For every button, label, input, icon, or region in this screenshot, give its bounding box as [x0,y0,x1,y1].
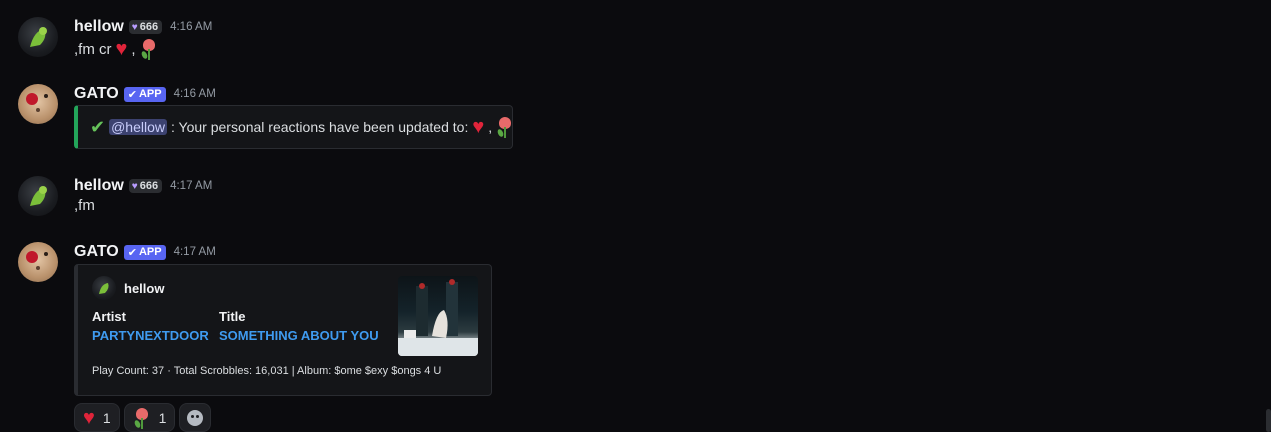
embed-author-name[interactable]: hellow [124,281,164,296]
tulip-icon [496,116,512,138]
username[interactable]: GATO [74,243,119,261]
separator-text: , [131,40,136,58]
nowplaying-embed: hellow Artist PARTYNEXTDOOR Title SOMETH… [74,264,492,396]
app-badge: ✔ APP [123,244,166,260]
reaction-count: 1 [158,409,167,426]
tulip-icon [133,407,151,429]
user-mention[interactable]: @hellow [109,119,167,135]
checkmark-icon: ✔ [90,116,106,137]
field-artist: Artist PARTYNEXTDOOR [92,309,209,343]
reactions-bar: ♥ 1 1 [74,403,212,432]
message-header: hellow ♥ 666 4:17 AM [74,176,212,196]
timestamp: 4:17 AM [170,180,213,192]
reaction-heart[interactable]: ♥ 1 [74,403,120,432]
username[interactable]: hellow [74,177,124,195]
avatar-hellow[interactable] [18,17,58,57]
hellow-avatar-art [30,27,47,47]
message-content: ,fm [74,197,95,214]
field-name: Title [219,309,246,324]
gato-avatar-art [26,93,48,112]
badge-label: 666 [139,180,159,192]
separator-text: , [488,119,493,135]
scrollbar[interactable] [1266,409,1271,432]
timestamp: 4:16 AM [170,21,213,33]
check-icon: ✔ [127,246,137,259]
avatar-gato[interactable] [18,242,58,282]
heart-icon: ♥ [115,38,128,60]
user-badge[interactable]: ♥ 666 [128,20,163,34]
timestamp: 4:16 AM [173,88,216,100]
album-thumbnail[interactable] [398,276,478,356]
field-title: Title SOMETHING ABOUT YOU [219,309,379,343]
heart-icon: ♥ [83,406,95,429]
message-text: ,fm cr [74,40,112,58]
username[interactable]: GATO [74,85,119,103]
message-content: ,fm cr ♥ , [74,38,158,60]
timestamp: 4:17 AM [173,246,216,258]
app-badge: ✔ APP [123,86,166,102]
embed-footer: Play Count: 37 · Total Scrobbles: 16,031… [92,365,442,377]
badge-label: APP [138,88,162,100]
message-header: hellow ♥ 666 4:16 AM [74,17,212,37]
album-art [398,279,478,356]
message-text: ,fm [74,197,95,214]
username[interactable]: hellow [74,18,124,36]
badge-label: 666 [139,21,159,33]
field-value[interactable]: PARTYNEXTDOOR [92,328,209,343]
heart-icon: ♥ [131,180,138,192]
badge-label: APP [138,246,162,258]
heart-icon: ♥ [131,21,138,33]
avatar-hellow[interactable] [18,176,58,216]
message-header: GATO ✔ APP 4:16 AM [74,84,216,104]
field-name: Artist [92,309,126,324]
reaction-tulip[interactable]: 1 [123,403,176,432]
smiley-icon [187,409,204,426]
gato-avatar-art [26,251,48,270]
avatar-gato[interactable] [18,84,58,124]
author-avatar-art [99,283,109,294]
check-icon: ✔ [127,88,137,101]
user-badge[interactable]: ♥ 666 [128,179,163,193]
embed-text: : Your personal reactions have been upda… [171,119,469,135]
tulip-icon [140,38,158,60]
reaction-count: 1 [102,409,111,426]
embed-author: hellow [92,276,164,300]
hellow-avatar-art [30,186,47,206]
reaction-update-embed: ✔ @hellow : Your personal reactions have… [74,105,513,149]
heart-icon: ♥ [472,116,485,138]
add-reaction-button[interactable] [179,403,212,432]
field-value[interactable]: SOMETHING ABOUT YOU [219,328,379,343]
message-header: GATO ✔ APP 4:17 AM [74,242,216,262]
author-avatar [92,276,116,300]
